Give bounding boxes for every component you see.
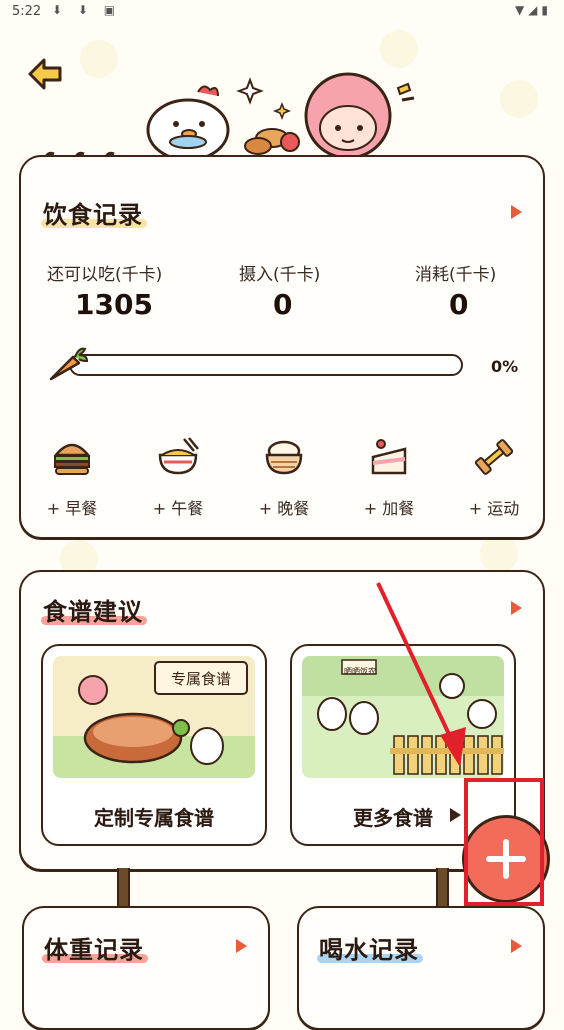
cake-icon bbox=[371, 439, 407, 475]
intake-label: 摄入(千卡) bbox=[239, 265, 321, 285]
annotation-arrow bbox=[376, 582, 466, 767]
notification-icons: ⬇ ⬇ ▣ bbox=[52, 3, 122, 17]
weight-record-card[interactable]: 体重记录 bbox=[22, 906, 270, 1030]
progress-percent: 0% bbox=[491, 357, 519, 376]
back-arrow-icon bbox=[28, 58, 62, 90]
intake-value: 0 bbox=[273, 288, 293, 321]
status-time: 5:22 bbox=[12, 4, 42, 19]
add-exercise-label: + 运动 bbox=[468, 499, 520, 518]
background-flower bbox=[480, 535, 518, 573]
header-illustration bbox=[146, 72, 415, 160]
carrot-icon bbox=[49, 347, 89, 381]
noodle-bowl-icon bbox=[158, 437, 199, 475]
custom-recipe-sign: 专属食谱 bbox=[170, 670, 231, 688]
annotation-highlight-box bbox=[464, 778, 544, 906]
burn-label: 消耗(千卡) bbox=[415, 265, 497, 285]
add-breakfast-label: + 早餐 bbox=[46, 499, 98, 518]
background-flower bbox=[500, 80, 538, 118]
custom-recipe-card[interactable]: 专属食谱 定制专属食谱 bbox=[41, 644, 267, 846]
diet-record-title-text: 饮食记录 bbox=[43, 201, 143, 229]
background-flower bbox=[380, 30, 418, 68]
water-record-card[interactable]: 喝水记录 bbox=[297, 906, 545, 1030]
add-snack-button[interactable]: + 加餐 bbox=[344, 435, 434, 519]
diet-record-title: 饮食记录 bbox=[41, 195, 147, 230]
water-record-title: 喝水记录 bbox=[317, 930, 423, 965]
connector-post bbox=[117, 868, 130, 908]
weight-record-title: 体重记录 bbox=[42, 930, 148, 965]
back-button[interactable] bbox=[26, 54, 66, 94]
system-icons: ▼◢▮ bbox=[514, 3, 552, 17]
add-dinner-button[interactable]: + 晚餐 bbox=[239, 435, 329, 519]
dumbbell-icon bbox=[474, 439, 514, 475]
recipe-more-arrow[interactable] bbox=[511, 601, 522, 615]
add-exercise-button[interactable]: + 运动 bbox=[449, 435, 539, 519]
more-recipes-arrow-icon bbox=[450, 808, 461, 822]
water-record-title-text: 喝水记录 bbox=[319, 936, 419, 964]
burger-icon bbox=[53, 443, 91, 475]
background-flower bbox=[80, 40, 118, 78]
diet-record-card: 饮食记录 还可以吃(千卡) 1305 摄入(千卡) 0 消耗(千卡) 0 0% … bbox=[19, 155, 545, 539]
add-lunch-label: + 午餐 bbox=[152, 499, 204, 518]
recipe-suggestion-title-text: 食谱建议 bbox=[43, 598, 143, 626]
remaining-value: 1305 bbox=[75, 288, 153, 321]
add-breakfast-button[interactable]: + 早餐 bbox=[27, 435, 117, 519]
weight-record-title-text: 体重记录 bbox=[44, 936, 144, 964]
custom-recipe-caption: 定制专属食谱 bbox=[94, 806, 214, 830]
add-lunch-button[interactable]: + 午餐 bbox=[133, 435, 223, 519]
add-dinner-label: + 晚餐 bbox=[258, 499, 310, 518]
recipe-suggestion-title: 食谱建议 bbox=[41, 592, 147, 627]
calorie-progress-bar bbox=[69, 354, 463, 376]
status-bar: 5:22 ⬇ ⬇ ▣ ▼◢▮ bbox=[0, 0, 564, 24]
weight-more-arrow[interactable] bbox=[236, 939, 247, 953]
burn-value: 0 bbox=[449, 288, 469, 321]
remaining-label: 还可以吃(千卡) bbox=[47, 265, 163, 285]
add-snack-label: + 加餐 bbox=[363, 499, 415, 518]
connector-post bbox=[436, 868, 449, 908]
rice-bowl-icon bbox=[265, 440, 303, 475]
diet-record-more-arrow[interactable] bbox=[511, 205, 522, 219]
water-more-arrow[interactable] bbox=[511, 939, 522, 953]
